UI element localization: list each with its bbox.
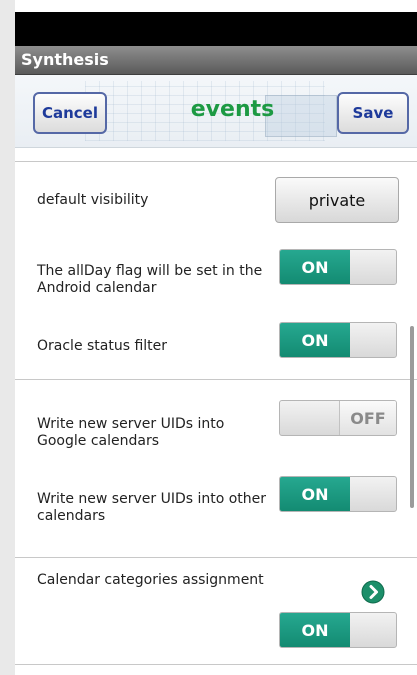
status-bar — [15, 12, 417, 46]
divider — [15, 161, 417, 162]
write-uids-other-label-line1: Write new server UIDs into other — [37, 491, 267, 507]
default-visibility-label: default visibility — [37, 192, 149, 208]
title-bar: Synthesis — [15, 46, 417, 75]
all-day-flag-label: The allDay flag will be set in the Andro… — [37, 263, 262, 297]
toggle-on-label: ON — [280, 250, 350, 284]
all-day-flag-label-line1: The allDay flag will be set in the — [37, 263, 263, 279]
page-title: events — [190, 97, 275, 122]
calendar-categories-toggle[interactable]: ON — [279, 612, 397, 648]
write-uids-other-label: Write new server UIDs into other calenda… — [37, 491, 266, 525]
all-day-flag-label-line2: Android calendar — [37, 280, 157, 296]
default-visibility-button[interactable]: private — [275, 177, 399, 223]
write-uids-other-toggle[interactable]: ON — [279, 476, 397, 512]
all-day-flag-toggle[interactable]: ON — [279, 249, 397, 285]
write-uids-other-label-line2: calendars — [37, 508, 106, 524]
write-uids-google-toggle[interactable]: OFF — [279, 400, 397, 436]
save-button[interactable]: Save — [337, 92, 409, 134]
toggle-on-label: ON — [280, 613, 350, 647]
chevron-right-circle-icon[interactable] — [361, 580, 385, 604]
oracle-status-filter-label: Oracle status filter — [37, 338, 168, 354]
toggle-off-label: OFF — [339, 401, 396, 435]
write-uids-google-label: Write new server UIDs into Google calend… — [37, 416, 224, 450]
divider — [15, 379, 417, 380]
cancel-button[interactable]: Cancel — [33, 92, 107, 134]
scrollbar[interactable] — [410, 326, 414, 508]
toggle-on-label: ON — [280, 477, 350, 511]
app-title: Synthesis — [21, 50, 109, 69]
divider — [15, 557, 417, 558]
header: Cancel events Save — [15, 75, 417, 148]
write-uids-google-label-line1: Write new server UIDs into — [37, 416, 225, 432]
oracle-status-filter-toggle[interactable]: ON — [279, 322, 397, 358]
write-uids-google-label-line2: Google calendars — [37, 433, 159, 449]
settings-list: default visibility private The allDay fl… — [15, 148, 417, 675]
toggle-on-label: ON — [280, 323, 350, 357]
calendar-categories-label: Calendar categories assignment — [37, 572, 264, 588]
left-edge — [0, 0, 15, 675]
divider — [15, 664, 417, 665]
